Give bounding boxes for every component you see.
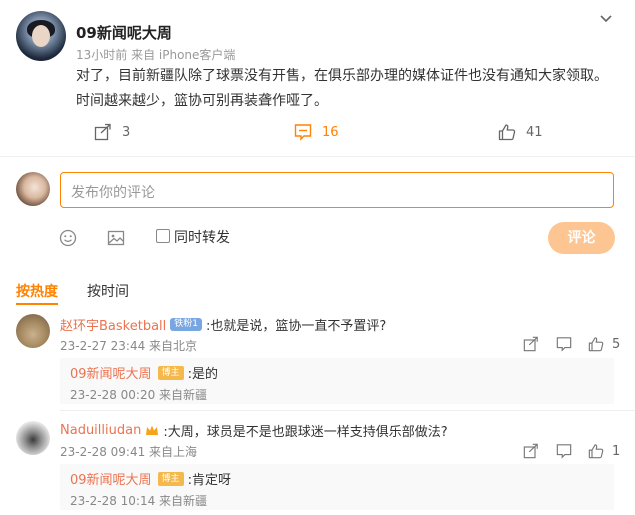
comment-count: 16 <box>322 124 339 140</box>
blogger-badge: 博主 <box>157 365 184 380</box>
reply-meta: 23-2-28 10:14 来自新疆 <box>70 494 208 508</box>
comment-line: Naduilliudan :大周，球员是不是也跟球迷一样支持俱乐部做法? <box>60 421 448 440</box>
repost-count: 3 <box>122 124 131 140</box>
post-body: 对了，目前新疆队除了球票没有开售，在俱乐部办理的媒体证件也没有通知大家领取。 时… <box>76 64 616 114</box>
post-meta: 13小时前 来自 iPhone客户端 <box>76 48 236 62</box>
crown-icon <box>146 425 159 435</box>
like-icon <box>588 337 604 352</box>
comment-like-count: 1 <box>612 443 621 459</box>
reply-line: 09新闻呢大周 博主 :肯定呀 <box>70 469 231 488</box>
repost-checkbox-label[interactable]: 同时转发 <box>174 227 230 247</box>
comment-like-button[interactable]: 5 <box>588 336 620 352</box>
reply-line: 09新闻呢大周 博主 :是的 <box>70 363 218 382</box>
comment-meta: 23-2-27 23:44 来自北京 <box>60 339 198 353</box>
repost-checkbox[interactable] <box>156 229 170 243</box>
tab-sort-by-hot[interactable]: 按热度 <box>16 281 58 301</box>
author-avatar[interactable] <box>16 11 66 61</box>
current-user-avatar <box>16 172 50 206</box>
emoji-icon[interactable] <box>59 229 77 247</box>
post-text-line-1: 对了，目前新疆队除了球票没有开售，在俱乐部办理的媒体证件也没有通知大家领取。 <box>76 68 608 84</box>
commenter-name[interactable]: 赵环宇Basketball <box>60 315 166 334</box>
reply-author-name[interactable]: 09新闻呢大周 <box>70 469 152 488</box>
comment-input-placeholder: 发布你的评论 <box>71 185 155 201</box>
like-button[interactable]: 41 <box>498 123 543 141</box>
reply-text: :肯定呀 <box>187 473 231 488</box>
repost-button[interactable]: 3 <box>94 123 130 141</box>
like-count: 41 <box>526 124 543 140</box>
comment-icon[interactable] <box>556 443 572 459</box>
reply-author-name[interactable]: 09新闻呢大周 <box>70 363 152 382</box>
commenter-name[interactable]: Naduilliudan <box>60 423 141 438</box>
commenter-avatar[interactable] <box>16 314 50 348</box>
blogger-badge: 博主 <box>157 471 184 486</box>
comment-line: 赵环宇Basketball 铁粉1 :也就是说，篮协一直不予置评? <box>60 315 386 334</box>
comment-meta: 23-2-28 09:41 来自上海 <box>60 445 198 459</box>
comment-separator <box>60 410 635 411</box>
comment-input[interactable]: 发布你的评论 <box>60 172 614 208</box>
comment-button[interactable]: 16 <box>294 123 339 141</box>
comment-like-button[interactable]: 1 <box>588 443 620 459</box>
like-icon <box>588 444 604 459</box>
commenter-avatar[interactable] <box>16 421 50 455</box>
reply-icon[interactable] <box>523 336 539 352</box>
comment-like-count: 5 <box>612 336 621 352</box>
comment-text: :也就是说，篮协一直不予置评? <box>206 319 387 334</box>
fan-badge: 铁粉1 <box>170 318 202 331</box>
divider <box>0 156 635 157</box>
tab-sort-by-time[interactable]: 按时间 <box>87 281 129 301</box>
active-tab-indicator <box>16 303 58 305</box>
comment-text: :大周，球员是不是也跟球迷一样支持俱乐部做法? <box>163 425 448 440</box>
submit-comment-button[interactable]: 评论 <box>548 222 615 254</box>
comment-icon <box>294 124 312 141</box>
author-name[interactable]: 09新闻呢大周 <box>76 22 172 43</box>
like-icon <box>498 124 516 141</box>
post-text-line-2: 时间越来越少，篮协可别再装聋作哑了。 <box>76 93 328 109</box>
reply-icon[interactable] <box>523 443 539 459</box>
reply-text: :是的 <box>187 367 218 382</box>
comment-icon[interactable] <box>556 336 572 352</box>
repost-icon <box>94 123 111 141</box>
reply-meta: 23-2-28 00:20 来自新疆 <box>70 388 208 402</box>
image-icon[interactable] <box>107 229 125 247</box>
chevron-down-icon[interactable] <box>598 11 614 27</box>
